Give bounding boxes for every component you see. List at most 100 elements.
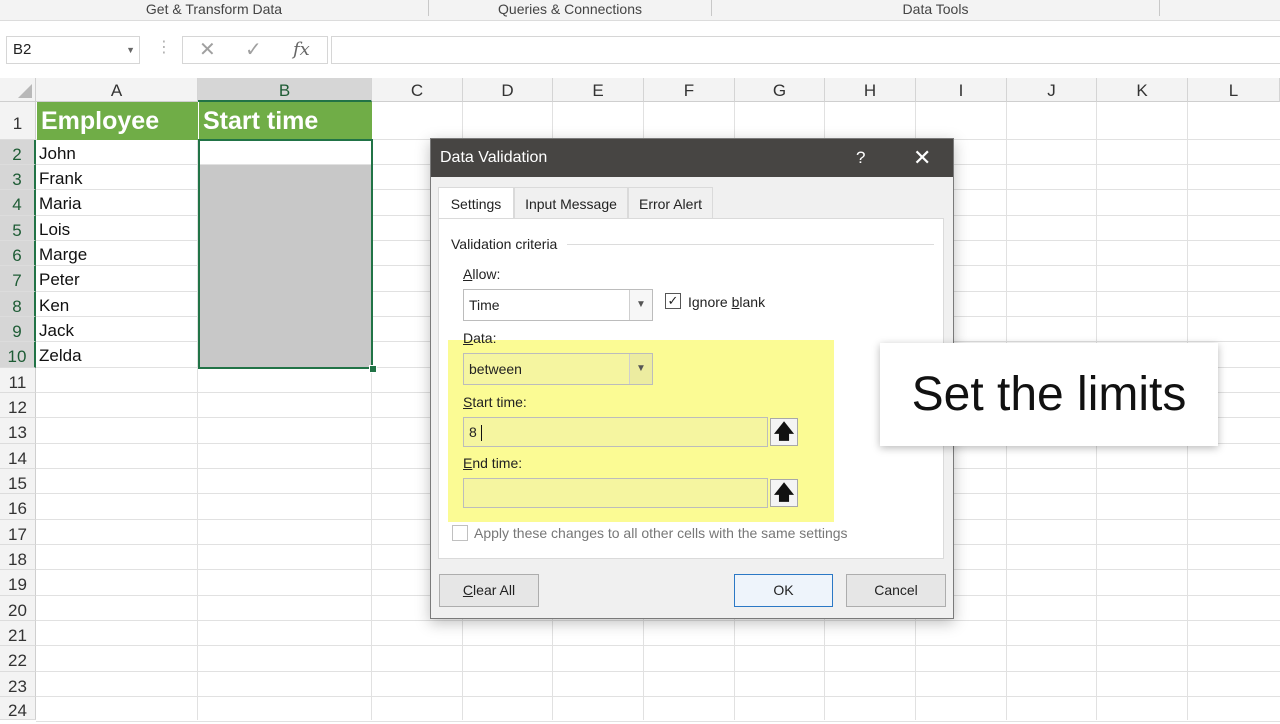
row-header-22[interactable]: 22 <box>0 646 36 672</box>
tab-settings[interactable]: Settings <box>438 187 514 220</box>
row-header-15[interactable]: 15 <box>0 469 36 494</box>
start-time-label: Start time: <box>463 394 527 410</box>
name-box-value: B2 <box>13 41 32 58</box>
chevron-down-icon[interactable]: ▼ <box>629 354 652 384</box>
formula-input[interactable] <box>331 36 1280 64</box>
tab-input-message[interactable]: Input Message <box>514 187 628 219</box>
insert-function-icon[interactable]: fx <box>293 37 310 63</box>
apply-all-checkbox[interactable] <box>452 525 468 541</box>
row-header-17[interactable]: 17 <box>0 520 36 545</box>
cancel-button[interactable]: Cancel <box>846 574 946 607</box>
collapse-dialog-icon[interactable]: 🡅 <box>770 479 798 507</box>
data-validation-dialog: Data Validation ? ✕ Settings Input Messa… <box>430 138 954 619</box>
column-header-d[interactable]: D <box>463 78 553 102</box>
help-icon[interactable]: ? <box>856 139 865 177</box>
column-header-i[interactable]: I <box>916 78 1007 102</box>
employee-cell[interactable]: Marge <box>37 242 198 267</box>
employee-cell[interactable]: Peter <box>37 267 198 293</box>
dialog-title-bar: Data Validation ? ✕ <box>431 139 953 177</box>
employee-cell[interactable]: Frank <box>37 166 198 191</box>
column-header-g[interactable]: G <box>735 78 825 102</box>
more-options-icon[interactable]: ⋮ <box>156 37 172 57</box>
fill-handle[interactable] <box>369 365 377 373</box>
ribbon-group-bar: Get & Transform Data Queries & Connectio… <box>0 0 1280 21</box>
employee-cell[interactable]: Ken <box>37 293 198 318</box>
employee-cell[interactable]: Lois <box>37 217 198 242</box>
row-header-21[interactable]: 21 <box>0 621 36 646</box>
apply-all-label[interactable]: Apply these changes to all other cells w… <box>474 525 848 541</box>
row-header-16[interactable]: 16 <box>0 494 36 520</box>
employee-cell[interactable]: Jack <box>37 318 198 343</box>
row-header-24[interactable]: 24 <box>0 697 36 720</box>
row-header-6[interactable]: 6 <box>0 241 36 266</box>
cancel-entry-icon[interactable]: ✕ <box>199 37 216 63</box>
column-header-h[interactable]: H <box>825 78 916 102</box>
row-header-5[interactable]: 5 <box>0 216 36 241</box>
row-header-23[interactable]: 23 <box>0 672 36 697</box>
data-select[interactable]: between ▼ <box>463 353 653 385</box>
row-header-12[interactable]: 12 <box>0 393 36 418</box>
allow-label: Allow: <box>463 266 501 282</box>
row-header-19[interactable]: 19 <box>0 570 36 596</box>
callout-text: Set the limits <box>911 368 1187 421</box>
ribbon-group-get-transform: Get & Transform Data <box>145 1 283 17</box>
start-time-input[interactable]: 8 <box>463 417 768 447</box>
row-header-4[interactable]: 4 <box>0 190 36 216</box>
validation-criteria-label: Validation criteria <box>451 236 558 252</box>
cell-b1[interactable]: Start time <box>199 102 372 140</box>
end-time-input[interactable] <box>463 478 768 508</box>
select-all-button[interactable] <box>0 78 36 102</box>
allow-value: Time <box>469 297 500 313</box>
row-header-20[interactable]: 20 <box>0 596 36 621</box>
selection-border <box>198 139 373 369</box>
column-header-f[interactable]: F <box>644 78 735 102</box>
callout-box: Set the limits <box>880 343 1218 446</box>
chevron-down-icon[interactable]: ▼ <box>629 290 652 320</box>
start-time-value: 8 <box>469 424 477 440</box>
column-header-a[interactable]: A <box>36 78 198 102</box>
row-header-18[interactable]: 18 <box>0 545 36 570</box>
row-header-1[interactable]: 1 <box>0 102 36 140</box>
column-header-e[interactable]: E <box>553 78 644 102</box>
row-header-10[interactable]: 10 <box>0 342 36 368</box>
row-header-2[interactable]: 2 <box>0 140 36 165</box>
data-label: Data: <box>463 330 497 346</box>
formula-buttons: ✕ ✓ fx <box>182 36 328 64</box>
row-header-8[interactable]: 8 <box>0 292 36 317</box>
gridline <box>36 620 1280 621</box>
row-header-14[interactable]: 14 <box>0 444 36 469</box>
collapse-dialog-icon[interactable]: 🡅 <box>770 418 798 446</box>
allow-select[interactable]: Time ▼ <box>463 289 653 321</box>
row-header-13[interactable]: 13 <box>0 418 36 444</box>
clear-all-button[interactable]: Clear All <box>439 574 539 607</box>
employee-cell[interactable]: John <box>37 141 198 166</box>
chevron-down-icon[interactable]: ▼ <box>126 37 135 63</box>
column-header-j[interactable]: J <box>1007 78 1097 102</box>
gridline <box>36 721 1280 722</box>
end-time-label: End time: <box>463 455 523 471</box>
gridline <box>36 645 1280 646</box>
row-header-3[interactable]: 3 <box>0 165 36 190</box>
column-header-c[interactable]: C <box>372 78 463 102</box>
group-divider <box>567 244 934 245</box>
row-header-9[interactable]: 9 <box>0 317 36 342</box>
column-header-b[interactable]: B <box>198 78 372 102</box>
cell-a1[interactable]: Employee <box>37 102 198 140</box>
row-header-11[interactable]: 11 <box>0 368 36 393</box>
dialog-title: Data Validation <box>440 149 548 166</box>
column-header-l[interactable]: L <box>1188 78 1280 102</box>
ribbon-separator <box>1159 0 1160 16</box>
data-value: between <box>469 361 522 377</box>
ignore-blank-label[interactable]: Ignore blank <box>688 294 765 310</box>
ribbon-group-queries: Queries & Connections <box>498 1 642 17</box>
enter-entry-icon[interactable]: ✓ <box>245 37 262 63</box>
employee-cell[interactable]: Maria <box>37 191 198 217</box>
row-header-7[interactable]: 7 <box>0 266 36 292</box>
employee-cell[interactable]: Zelda <box>37 343 198 369</box>
ok-button[interactable]: OK <box>734 574 833 607</box>
close-icon[interactable]: ✕ <box>913 139 931 177</box>
name-box[interactable]: B2 ▼ <box>6 36 140 64</box>
tab-error-alert[interactable]: Error Alert <box>628 187 713 219</box>
ignore-blank-checkbox[interactable]: ✓ <box>665 293 681 309</box>
column-header-k[interactable]: K <box>1097 78 1188 102</box>
